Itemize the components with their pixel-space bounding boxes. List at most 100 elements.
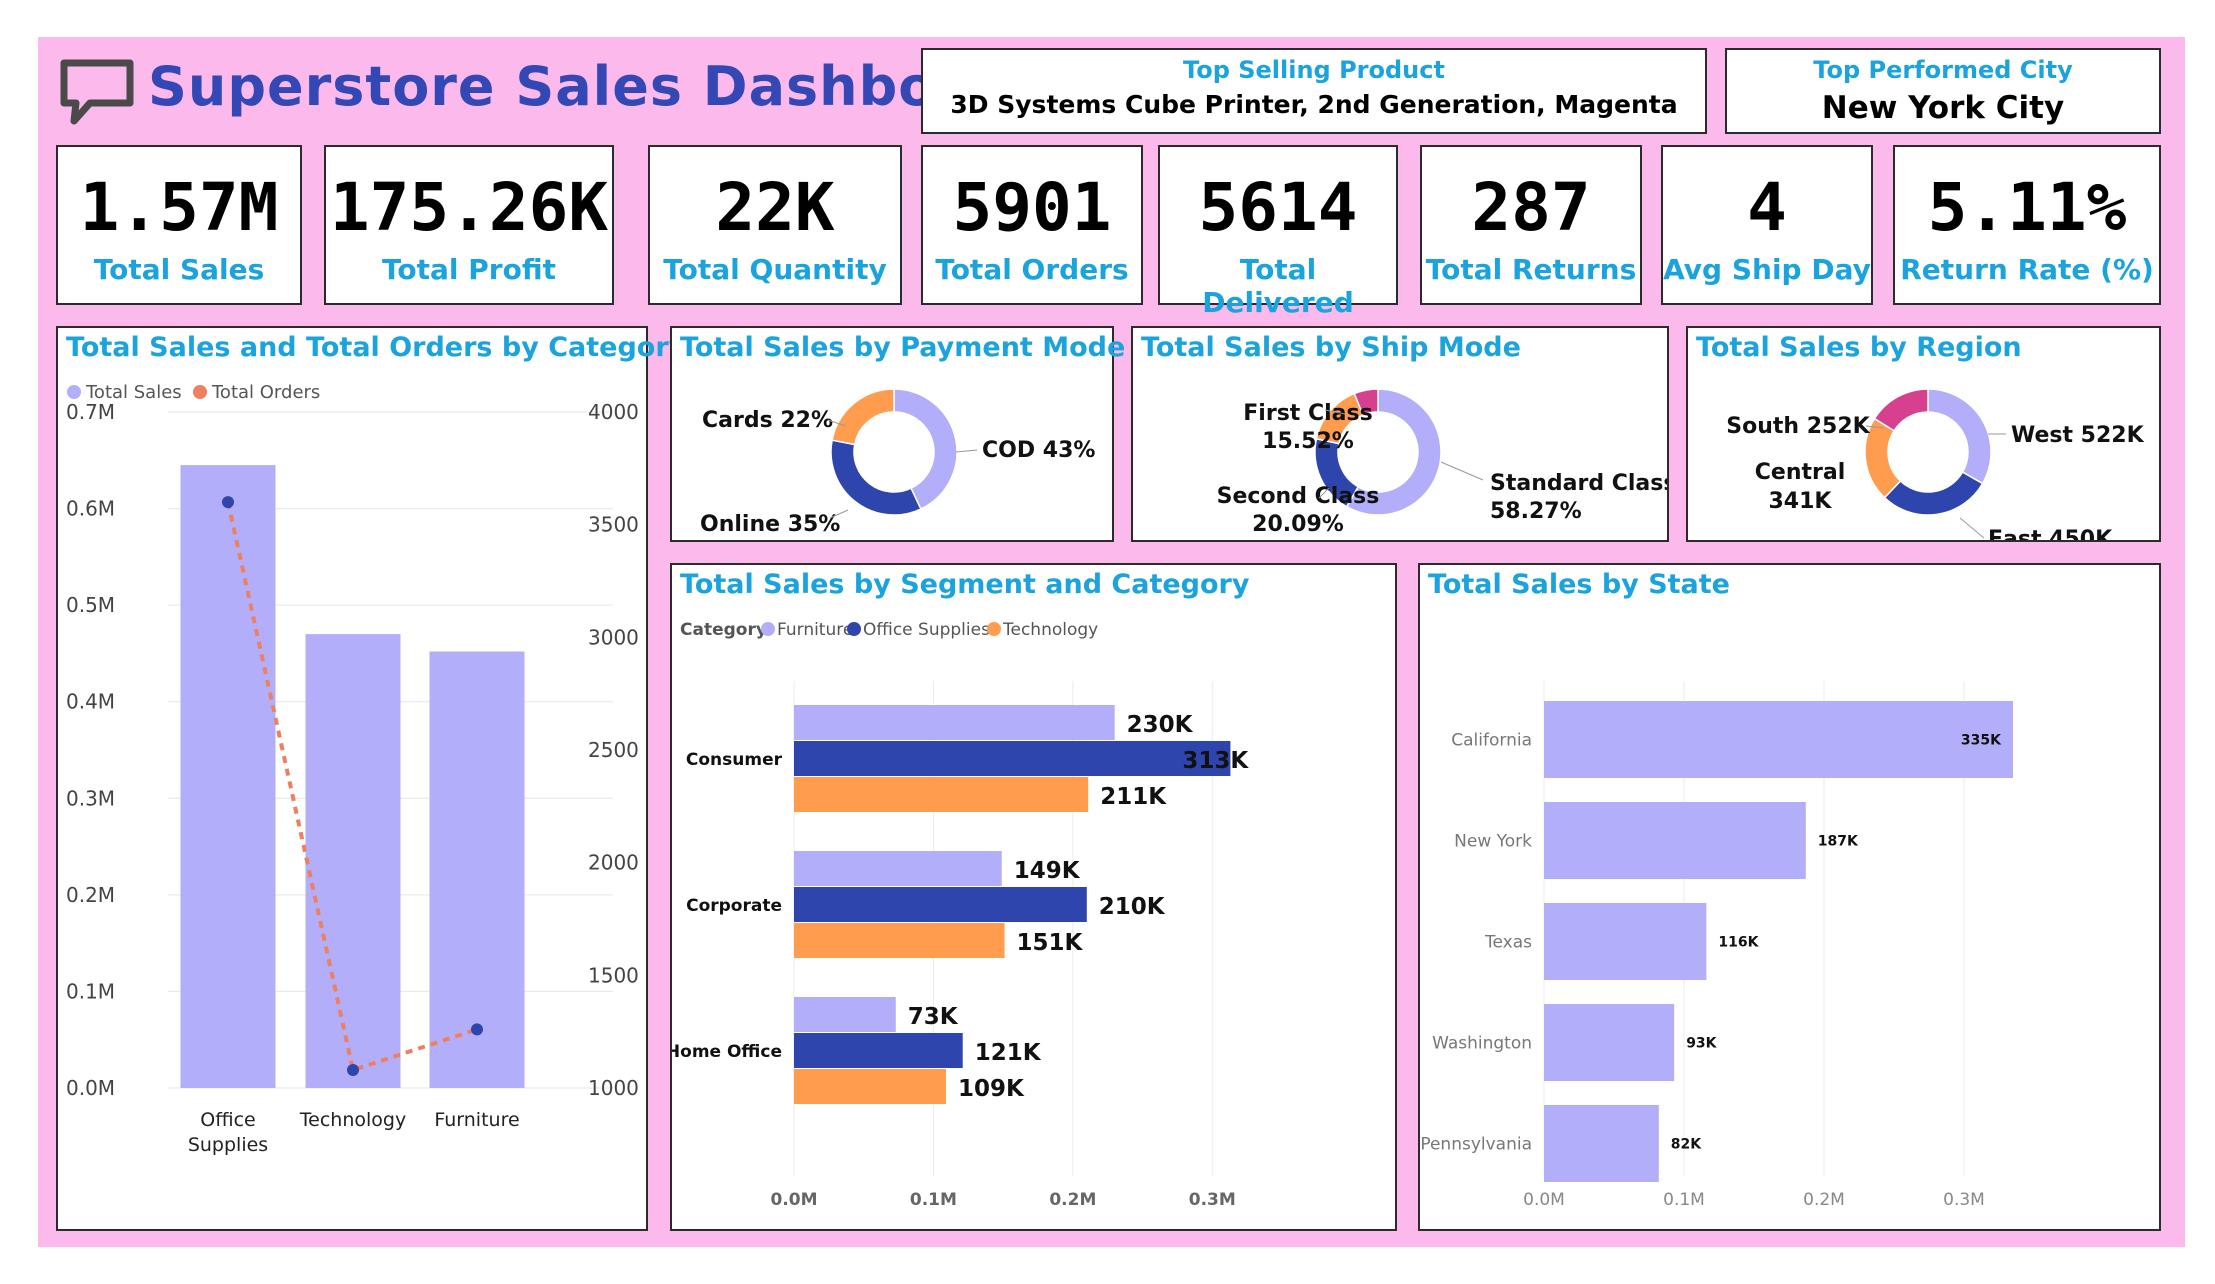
x-tick-label: 0.0M — [1523, 1190, 1565, 1210]
top-product-card: Top Selling Product 3D Systems Cube Prin… — [921, 48, 1707, 134]
legend-marker — [987, 622, 1001, 636]
kpi-total-orders: 5901 Total Orders — [921, 145, 1143, 305]
data-label: Central — [1755, 460, 1845, 485]
y-left-tick-label: 0.3M — [66, 786, 115, 810]
bar-total-sales — [305, 634, 401, 1088]
data-label: 149K — [1014, 858, 1081, 884]
panel-sales-orders-by-category: Total Sales and Total Orders by Category… — [56, 326, 686, 1231]
panel-sales-by-payment-mode: Total Sales by Payment Mode COD 43% Onlin… — [670, 326, 1125, 542]
data-label: 116K — [1718, 935, 1759, 951]
bar-technology — [794, 1069, 946, 1104]
ship-mode-donut: Standard Class 58.27% Second Class 20.09% Fi… — [1217, 388, 1667, 537]
y-right-tick-label: 2000 — [588, 851, 639, 875]
bar-total-sales — [180, 465, 276, 1089]
kpi-value: 1.57M — [79, 169, 279, 246]
category-label: Corporate — [686, 896, 782, 916]
data-label: Cards 22% — [702, 408, 833, 433]
data-label: 20.09% — [1252, 512, 1344, 537]
bar-office-supplies — [794, 741, 1231, 776]
y-right-tick-label: 4000 — [588, 400, 639, 424]
data-label: 93K — [1686, 1036, 1717, 1052]
x-tick-label: Office — [200, 1109, 255, 1131]
data-label: 211K — [1100, 784, 1167, 810]
x-tick-label: 0.3M — [1189, 1190, 1236, 1210]
kpi-total-profit: 175.26K Total Profit — [324, 145, 614, 305]
kpi-value: 175.26K — [329, 169, 609, 246]
category-label: California — [1451, 731, 1532, 751]
kpi-value: 22K — [715, 169, 835, 246]
leader-line — [1440, 461, 1484, 481]
donut-slice — [1927, 388, 1992, 485]
x-tick-label: 0.1M — [910, 1190, 957, 1210]
bar-furniture — [794, 851, 1002, 886]
segment-category-bar-chart: Category Furniture Office Supplies Technolo… — [672, 620, 1249, 1210]
kpi-total-returns: 287 Total Returns — [1420, 145, 1642, 305]
dashboard-title: Superstore Sales Dashboard — [148, 55, 1042, 118]
panel-title: Total Sales by Payment Mode — [680, 332, 1126, 363]
y-right-tick-label: 3500 — [588, 513, 639, 537]
data-label: First Class — [1243, 401, 1372, 426]
data-label: 15.52% — [1262, 429, 1354, 454]
x-tick-label: 0.2M — [1803, 1190, 1845, 1210]
kpi-avg-ship-day: 4 Avg Ship Day — [1661, 145, 1873, 305]
y-left-tick-label: 0.6M — [66, 497, 115, 521]
legend-marker-total-orders — [193, 385, 207, 399]
y-right-tick-label: 2500 — [588, 738, 639, 762]
data-label: 151K — [1017, 930, 1084, 956]
data-label: Standard Class — [1490, 471, 1667, 496]
legend-label: Office Supplies — [863, 620, 990, 640]
top-product-value: 3D Systems Cube Printer, 2nd Generation,… — [950, 90, 1678, 119]
bar-state — [1544, 1004, 1675, 1081]
kpi-total-sales: 1.57M Total Sales — [56, 145, 302, 305]
x-tick-label: 0.3M — [1943, 1190, 1985, 1210]
category-combo-chart: Total Sales Total Orders0.0M0.1M0.2M0.3M0… — [66, 382, 639, 1156]
kpi-total-quantity: 22K Total Quantity — [648, 145, 902, 305]
x-tick-label: 0.0M — [770, 1190, 817, 1210]
chat-icon — [60, 59, 134, 125]
bar-state — [1544, 1105, 1659, 1182]
legend-title: Category — [680, 620, 767, 640]
data-label: 341K — [1769, 489, 1833, 514]
top-city-label: Top Performed City — [1813, 56, 2073, 84]
bar-state — [1544, 802, 1806, 879]
leader-line — [955, 449, 978, 453]
bar-office-supplies — [794, 1033, 963, 1068]
kpi-value: 4 — [1747, 169, 1787, 246]
legend-label: Technology — [1002, 620, 1098, 640]
bar-technology — [794, 923, 1005, 958]
x-tick-label: Technology — [299, 1109, 406, 1131]
category-label: New York — [1454, 832, 1532, 852]
category-label: Consumer — [686, 750, 783, 770]
point-total-orders — [222, 496, 234, 509]
y-left-tick-label: 0.2M — [66, 883, 115, 907]
legend-label: Furniture — [777, 620, 853, 640]
y-right-tick-label: 1000 — [588, 1076, 639, 1100]
kpi-label: Total Sales — [93, 253, 265, 286]
bar-total-sales — [429, 651, 525, 1088]
bar-office-supplies — [794, 887, 1087, 922]
panel-title: Total Sales by Ship Mode — [1141, 332, 1521, 363]
dashboard-canvas: Superstore Sales Dashboard Top Selling P… — [38, 37, 2185, 1247]
kpi-total-delivered: 5614 Total Delivered — [1158, 145, 1398, 319]
data-label: 58.27% — [1490, 499, 1582, 524]
category-label: Home Office — [672, 1042, 782, 1062]
bar-state — [1544, 903, 1707, 980]
y-left-tick-label: 0.7M — [66, 400, 115, 424]
point-total-orders — [347, 1063, 359, 1076]
kpi-return-rate: 5.11% Return Rate (%) — [1893, 145, 2161, 305]
data-label: Online 35% — [700, 512, 840, 537]
data-label: COD 43% — [982, 438, 1095, 463]
kpi-value: 5614 — [1198, 169, 1358, 246]
legend-marker — [761, 622, 775, 636]
y-right-tick-label: 1500 — [588, 963, 639, 987]
panel-title: Total Sales by Segment and Category — [680, 569, 1250, 600]
data-label: West 522K — [2011, 423, 2145, 448]
bar-furniture — [794, 997, 896, 1032]
legend-marker — [847, 622, 861, 636]
data-label: 121K — [975, 1040, 1042, 1066]
data-label: East 450K — [1988, 527, 2113, 540]
kpi-value: 287 — [1471, 169, 1591, 246]
x-tick-label: Furniture — [434, 1109, 519, 1131]
x-tick-label: Supplies — [188, 1134, 268, 1156]
panel-sales-by-ship-mode: Total Sales by Ship Mode Standard Class 5… — [1131, 326, 1669, 542]
